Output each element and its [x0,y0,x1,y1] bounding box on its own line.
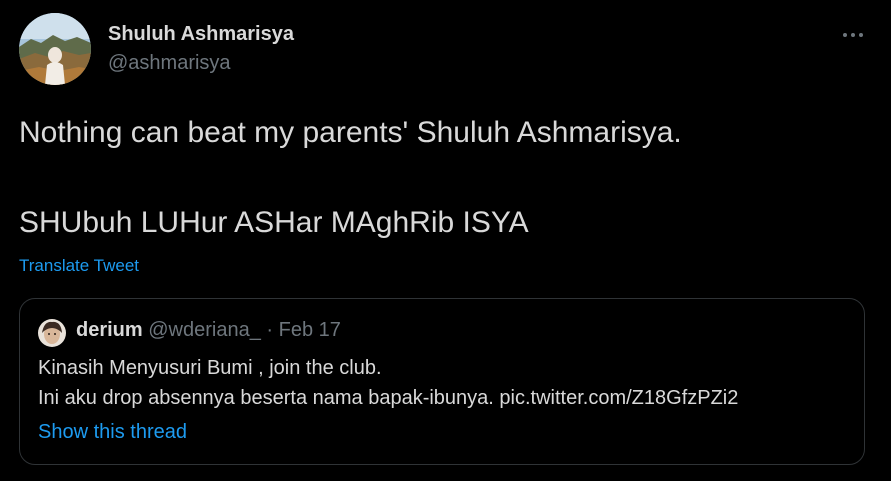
quoted-date[interactable]: Feb 17 [279,319,341,341]
tweet-text-line-2: SHUbuh LUHur ASHar MAghRib ISYA [19,206,529,239]
quoted-author-avatar[interactable] [38,319,66,347]
more-horizontal-icon [843,33,863,37]
author-display-name[interactable]: Shuluh Ashmarisya [108,23,294,46]
quoted-tweet-header: derium @wderiana_ · Feb 17 [76,319,341,342]
more-options-button[interactable] [838,20,868,50]
author-handle[interactable]: @ashmarisya [108,52,231,75]
translate-tweet-link[interactable]: Translate Tweet [19,256,139,276]
quoted-display-name[interactable]: derium [76,319,143,341]
author-avatar[interactable] [19,13,91,85]
quoted-separator: · [260,319,279,341]
quoted-text-line-1: Kinasih Menyusuri Bumi , join the club. [38,357,382,379]
show-thread-link[interactable]: Show this thread [38,421,187,444]
tweet-text-line-1: Nothing can beat my parents' Shuluh Ashm… [19,116,682,149]
quoted-handle[interactable]: @wderiana_ [148,319,261,341]
quoted-text-line-2: Ini aku drop absennya beserta nama bapak… [38,387,739,409]
quoted-tweet-card[interactable]: derium @wderiana_ · Feb 17 Kinasih Menyu… [19,298,865,465]
tweet: Shuluh Ashmarisya @ashmarisya Nothing ca… [0,0,891,481]
